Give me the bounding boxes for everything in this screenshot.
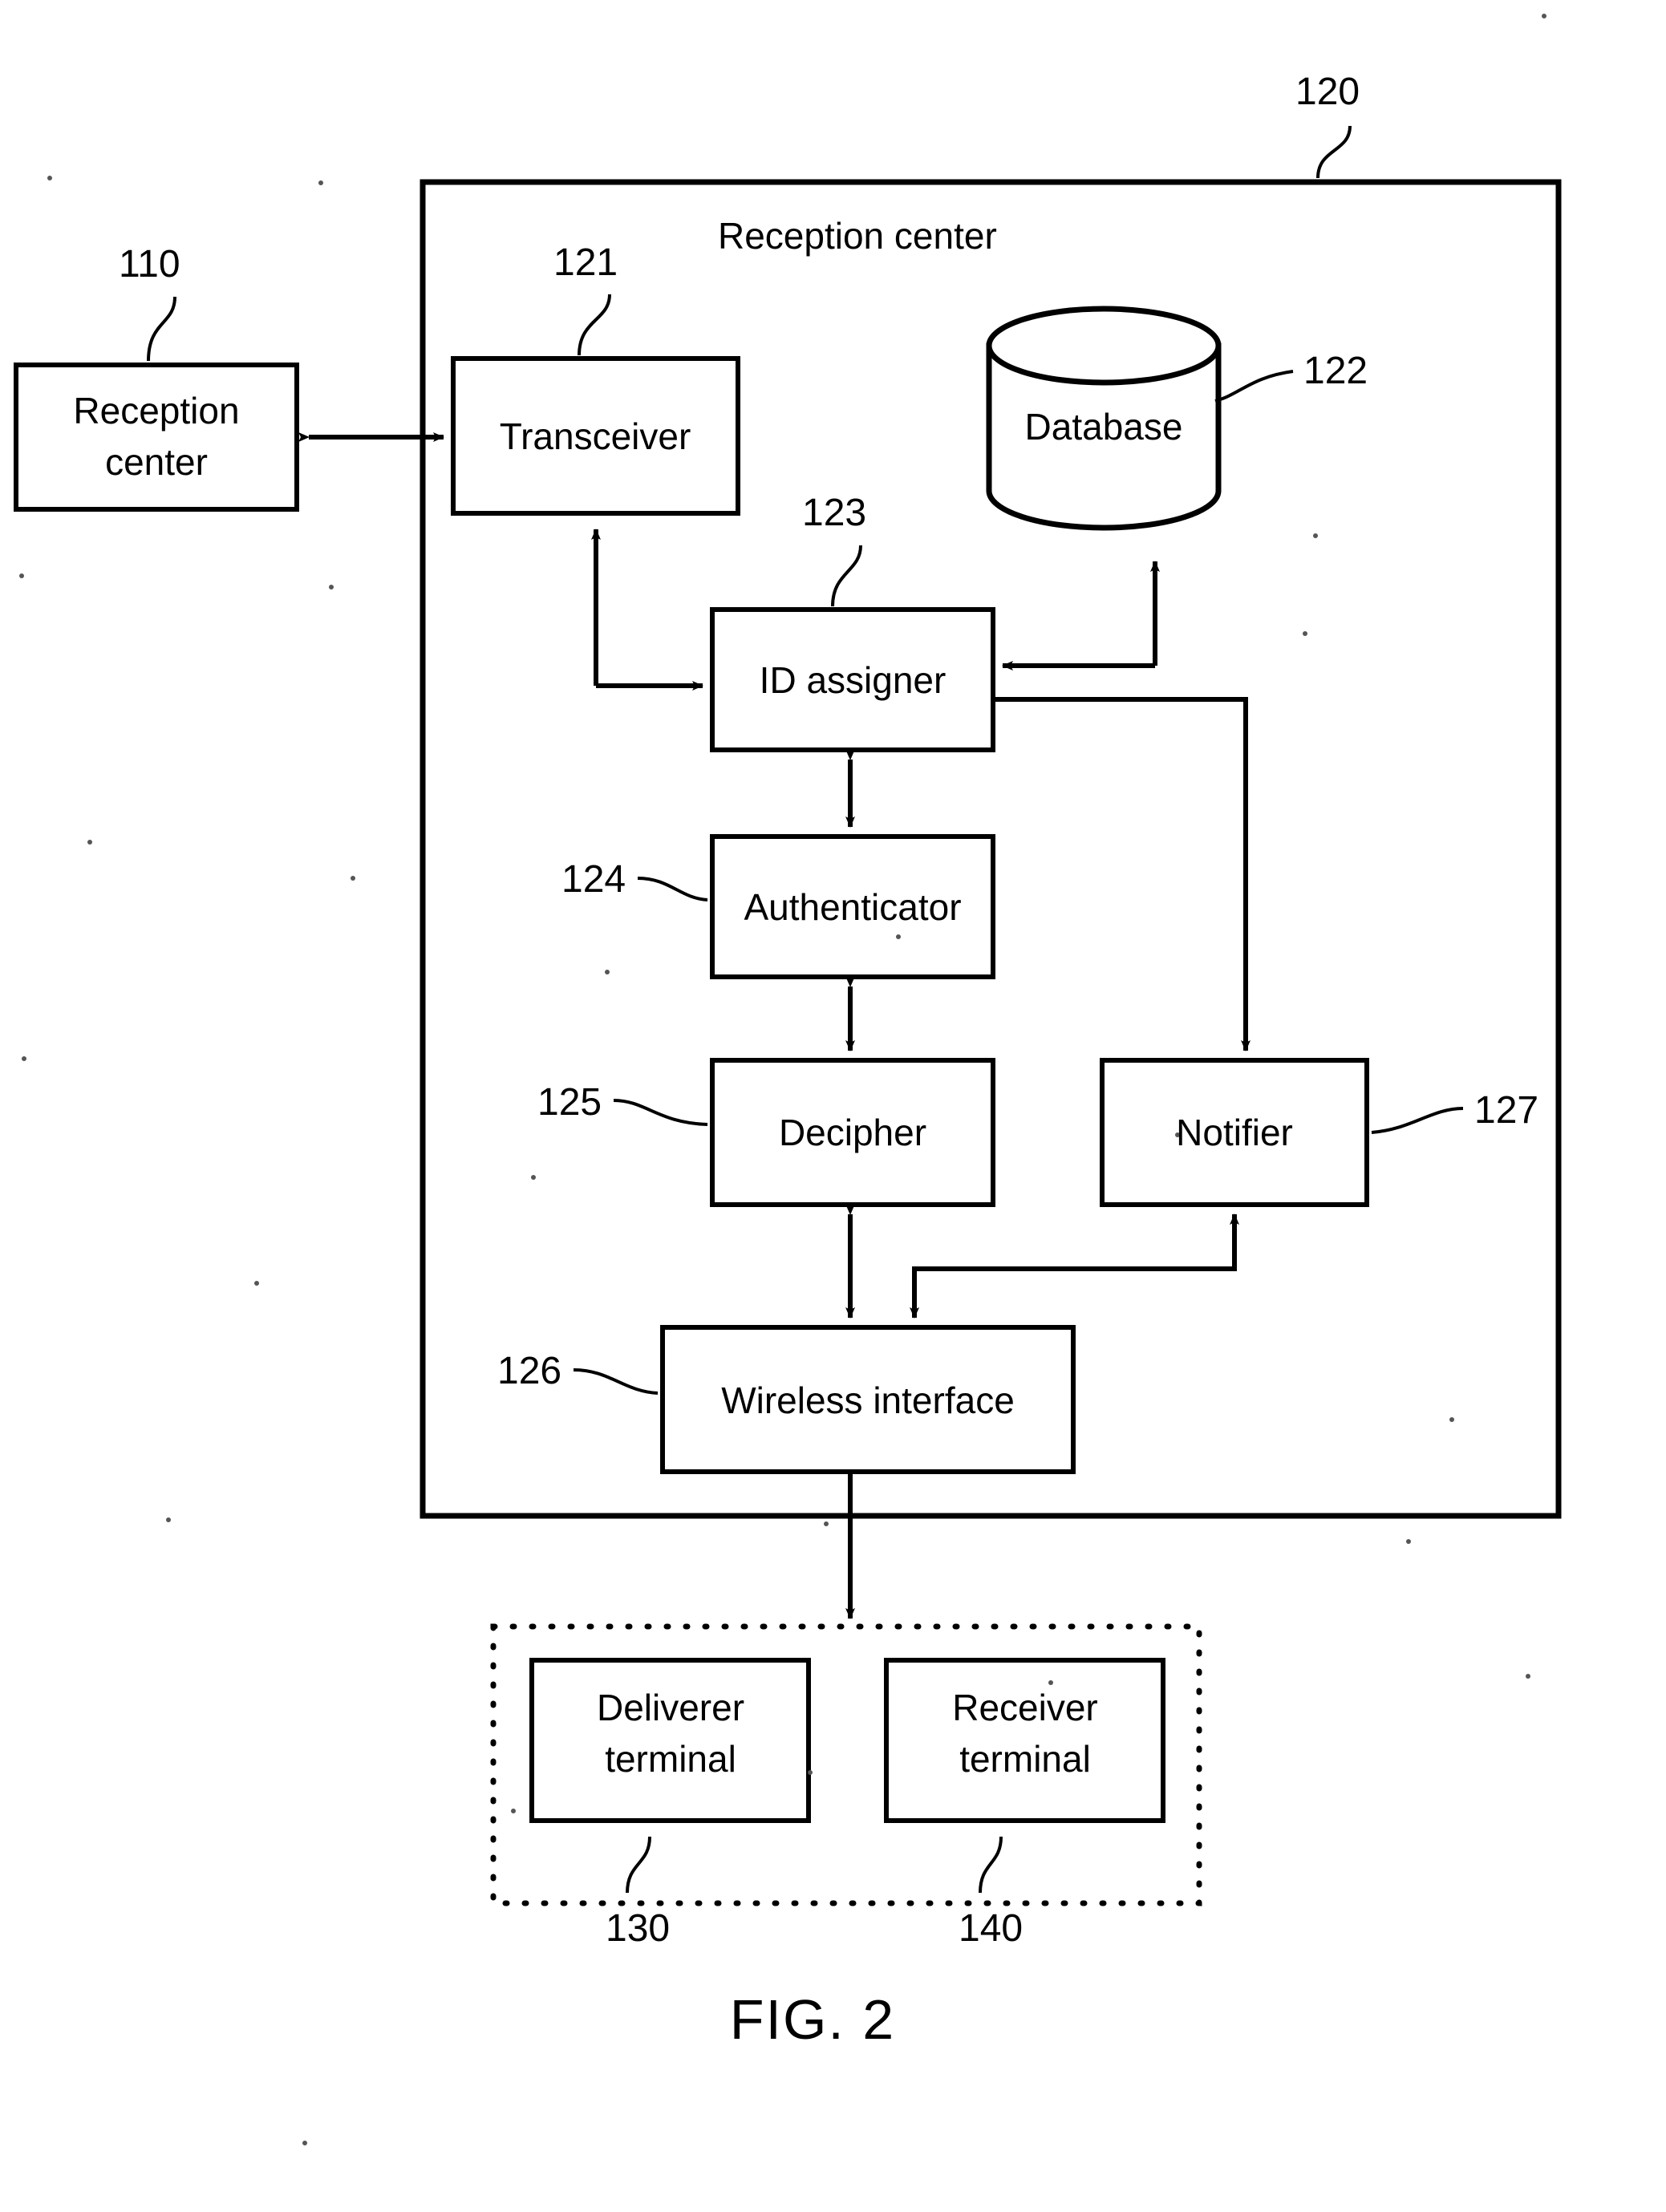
- ref-130: 130: [606, 1907, 670, 1950]
- reception-center-external-box[interactable]: [14, 363, 299, 512]
- authenticator-label: Authenticator: [744, 886, 961, 928]
- connector-wireless-notifier: [910, 1213, 1239, 1319]
- leader-127: [1371, 1107, 1464, 1134]
- receiver-terminal-label-line2: terminal: [959, 1738, 1091, 1780]
- deliverer-terminal-label-line2: terminal: [605, 1738, 736, 1780]
- ref-124: 124: [561, 858, 626, 901]
- decipher-label: Decipher: [779, 1112, 926, 1153]
- leader-124: [637, 877, 708, 901]
- reception-center-external-label-line2: center: [105, 441, 208, 483]
- receiver-terminal-label-line1: Receiver: [952, 1687, 1098, 1728]
- patent-figure: Reception center 120 110 121 122 123 124…: [0, 0, 1666, 2212]
- ref-127: 127: [1474, 1089, 1538, 1132]
- connector-id-assigner-database: [1002, 561, 1160, 670]
- leader-122: [1214, 370, 1294, 403]
- ref-120: 120: [1295, 71, 1360, 113]
- leader-121: [578, 294, 611, 356]
- ref-122: 122: [1303, 350, 1368, 392]
- connector-id-assigner-notifier: [993, 697, 1251, 1051]
- leader-123: [831, 545, 862, 607]
- figure-caption: FIG. 2: [730, 1988, 895, 2051]
- leader-130: [626, 1836, 651, 1894]
- ref-121: 121: [553, 241, 618, 284]
- transceiver-label: Transceiver: [500, 415, 691, 457]
- reception-center-external-label-line1: Reception: [73, 390, 239, 431]
- diagram-canvas: Reception center 120 110 121 122 123 124…: [14, 14, 1562, 2145]
- notifier-label: Notifier: [1176, 1112, 1293, 1153]
- leader-125: [613, 1099, 708, 1126]
- leader-110: [147, 296, 176, 362]
- wireless-interface-label: Wireless interface: [721, 1379, 1015, 1421]
- reception-center-container-title: Reception center: [718, 215, 997, 257]
- ref-126: 126: [497, 1350, 561, 1392]
- database-label: Database: [1025, 406, 1183, 448]
- id-assigner-label: ID assigner: [760, 659, 946, 701]
- leader-120: [1316, 125, 1352, 179]
- ref-125: 125: [537, 1081, 602, 1124]
- connector-transceiver-id-assigner: [591, 529, 703, 691]
- ref-140: 140: [959, 1907, 1023, 1950]
- ref-123: 123: [802, 492, 866, 534]
- deliverer-terminal-label-line1: Deliverer: [597, 1687, 744, 1728]
- leader-140: [979, 1836, 1003, 1894]
- ref-110: 110: [119, 243, 180, 286]
- leader-126: [573, 1368, 659, 1395]
